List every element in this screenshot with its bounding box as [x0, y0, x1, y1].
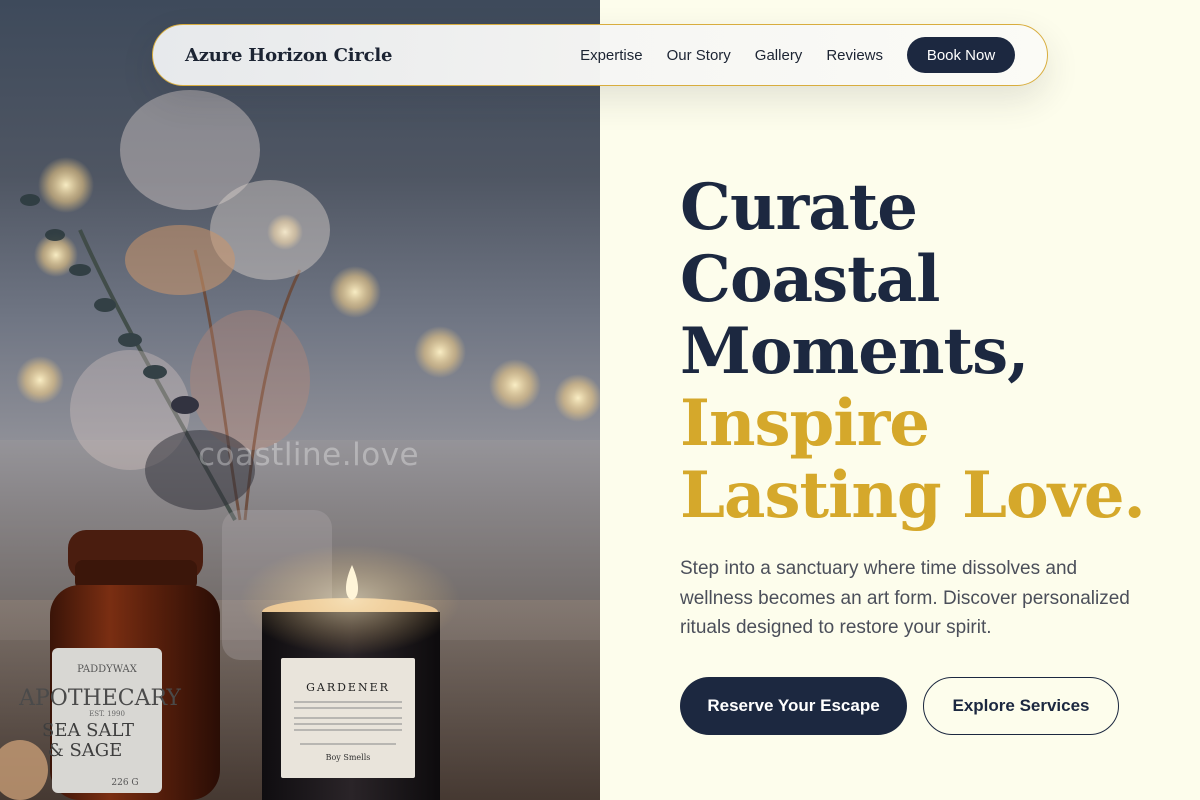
nav-link-expertise[interactable]: Expertise — [580, 47, 643, 64]
jar-line-text: APOTHECARY — [18, 686, 181, 711]
hero-cta-group: Reserve Your Escape Explore Services — [680, 676, 1180, 735]
brand-logo[interactable]: Azure Horizon Circle — [185, 45, 392, 66]
hero-heading-line-2: Coastal — [680, 242, 940, 317]
hero-heading-line-1: Curate — [680, 170, 918, 245]
hero-heading-accent-1: Inspire — [680, 386, 930, 461]
nav-link-gallery[interactable]: Gallery — [755, 47, 803, 64]
top-nav: Azure Horizon Circle Expertise Our Story… — [152, 24, 1048, 86]
hero-heading-line-3: Moments, — [680, 314, 1029, 389]
reserve-escape-button[interactable]: Reserve Your Escape — [680, 676, 907, 735]
nav-link-reviews[interactable]: Reviews — [826, 47, 883, 64]
jar-est-text: EST. 1990 — [89, 710, 125, 718]
candle-title-text: GARDENER — [306, 681, 390, 694]
candle-scene-illustration: PADDYWAX APOTHECARY EST. 1990 SEA SALT &… — [0, 90, 600, 800]
jar-scent-1-text: SEA SALT — [42, 720, 134, 741]
nav-link-our-story[interactable]: Our Story — [667, 47, 731, 64]
hero-description: Step into a sanctuary where time dissolv… — [680, 558, 1130, 638]
hero-heading-accent-2: Lasting Love. — [680, 458, 1146, 533]
hero-section: Curate Coastal Moments, Inspire Lasting … — [680, 172, 1180, 735]
hero-photo: PADDYWAX APOTHECARY EST. 1990 SEA SALT &… — [0, 0, 600, 800]
jar-brand-text: PADDYWAX — [77, 664, 138, 675]
nav-links: Expertise Our Story Gallery Reviews — [580, 47, 883, 64]
photo-watermark: coastline.love — [198, 437, 420, 473]
book-now-button[interactable]: Book Now — [907, 37, 1015, 73]
jar-weight-text: 226 G — [111, 778, 138, 788]
jar-scent-2-text: & SAGE — [48, 740, 123, 761]
candle-footer-text: Boy Smells — [326, 753, 371, 762]
hero-heading: Curate Coastal Moments, Inspire Lasting … — [680, 172, 1180, 532]
explore-services-button[interactable]: Explore Services — [923, 676, 1119, 735]
